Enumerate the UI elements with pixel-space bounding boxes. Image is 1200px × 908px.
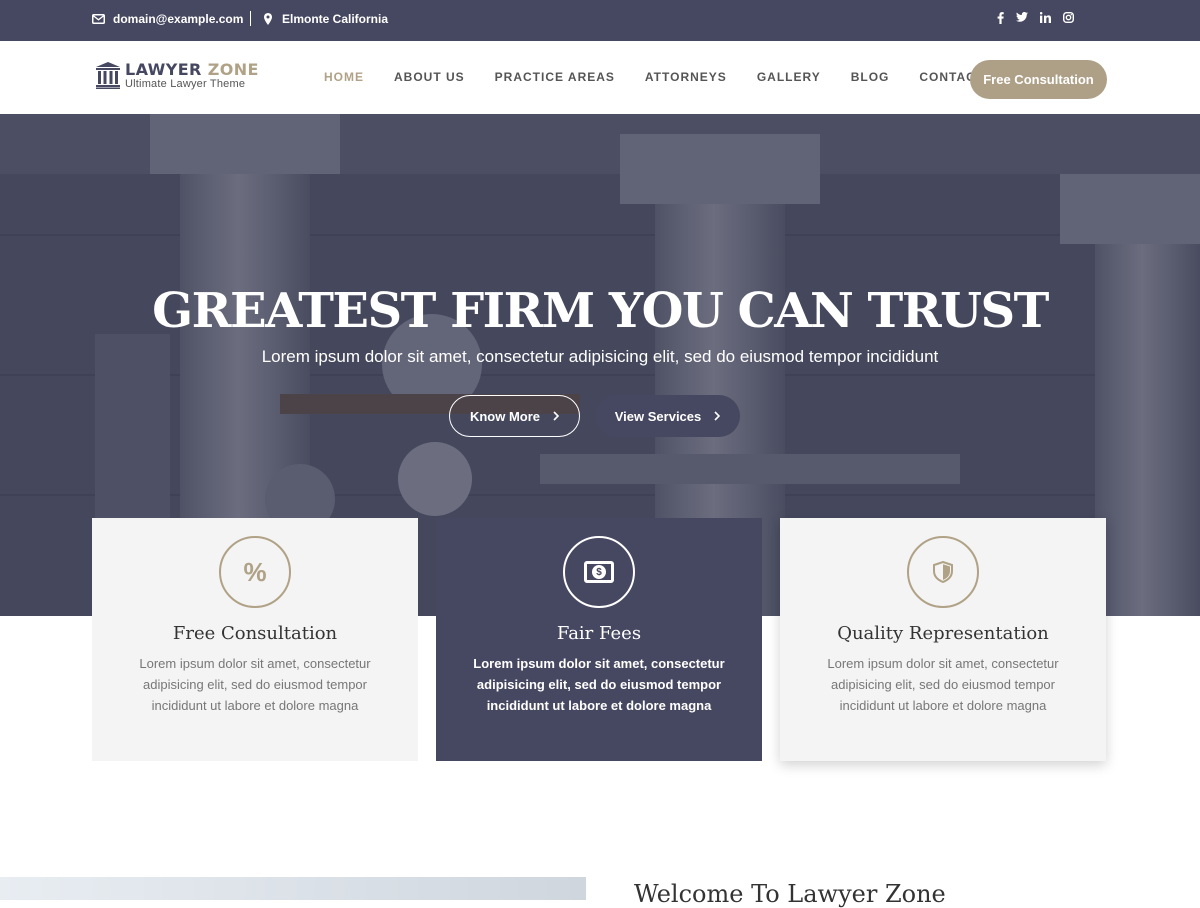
feature-card-text: Lorem ipsum dolor sit amet, consectetur … — [139, 656, 371, 713]
courthouse-icon — [96, 62, 120, 89]
logo-text: LAWYER ZONE Ultimate Lawyer Theme — [125, 61, 259, 90]
facebook-icon[interactable] — [997, 12, 1004, 24]
money-bill-symbol: $ — [592, 565, 606, 579]
feature-card-title: Quality Representation — [837, 623, 1049, 644]
feature-icon-circle: % — [219, 536, 291, 608]
nav-item-practice-areas[interactable]: PRACTICE AREAS — [495, 70, 615, 84]
feature-card-text: Lorem ipsum dolor sit amet, consectetur … — [827, 656, 1059, 713]
logo-title: LAWYER ZONE — [125, 61, 259, 78]
feature-card-title: Free Consultation — [172, 623, 338, 644]
feature-card-quality-representation[interactable]: Quality Representation Lorem ipsum dolor… — [780, 518, 1106, 761]
envelope-icon — [92, 14, 105, 24]
twitter-icon[interactable] — [1016, 12, 1028, 22]
logo-title-part1: LAWYER — [125, 60, 208, 79]
free-consultation-button[interactable]: Free Consultation — [970, 60, 1107, 99]
topbar-location-text: Elmonte California — [282, 12, 389, 26]
feature-card-free-consultation[interactable]: % Free Consultation Lorem ipsum dolor si… — [92, 518, 418, 761]
hero-subtitle: Lorem ipsum dolor sit amet, consectetur … — [261, 347, 939, 366]
topbar-location: Elmonte California — [264, 12, 388, 26]
hero-title: GREATEST FIRM YOU CAN TRUST — [152, 283, 1049, 339]
feature-card-text: Lorem ipsum dolor sit amet, consectetur … — [473, 656, 725, 713]
feature-card-fair-fees[interactable]: $ Fair Fees Lorem ipsum dolor sit amet, … — [436, 518, 762, 761]
welcome-title: Welcome To Lawyer Zone — [634, 880, 946, 908]
site-logo[interactable]: LAWYER ZONE Ultimate Lawyer Theme — [96, 61, 259, 90]
topbar-divider — [250, 11, 251, 26]
instagram-icon[interactable] — [1063, 12, 1074, 23]
feature-card-title: Fair Fees — [556, 623, 642, 644]
logo-subtitle: Ultimate Lawyer Theme — [125, 78, 246, 90]
feature-icon-circle: $ — [563, 536, 635, 608]
feature-icon-circle — [907, 536, 979, 608]
know-more-label: Know More — [469, 408, 541, 424]
top-bar: domain@example.com Elmonte California — [0, 0, 1200, 41]
topbar-email[interactable]: domain@example.com — [92, 12, 243, 26]
nav-item-home[interactable]: HOME — [324, 70, 364, 84]
linkedin-icon[interactable] — [1040, 12, 1051, 23]
nav-item-about-us[interactable]: ABOUT US — [394, 70, 465, 84]
chevron-right-icon — [714, 411, 721, 421]
nav-item-blog[interactable]: BLOG — [851, 70, 890, 84]
view-services-label: View Services — [614, 408, 702, 424]
nav-item-gallery[interactable]: GALLERY — [757, 70, 821, 84]
view-services-button[interactable]: View Services — [595, 395, 740, 437]
money-bill-icon: $ — [584, 561, 614, 583]
topbar-email-text: domain@example.com — [113, 12, 244, 26]
welcome-image — [0, 877, 586, 900]
chevron-right-icon — [553, 411, 560, 421]
main-nav: HOME ABOUT US PRACTICE AREAS ATTORNEYS G… — [324, 70, 984, 84]
social-links — [997, 12, 1074, 24]
know-more-button[interactable]: Know More — [449, 395, 580, 437]
map-marker-icon — [264, 13, 272, 25]
nav-item-attorneys[interactable]: ATTORNEYS — [645, 70, 727, 84]
percent-icon: % — [243, 556, 267, 587]
shield-icon — [933, 561, 953, 583]
logo-title-part2: ZONE — [207, 60, 259, 79]
